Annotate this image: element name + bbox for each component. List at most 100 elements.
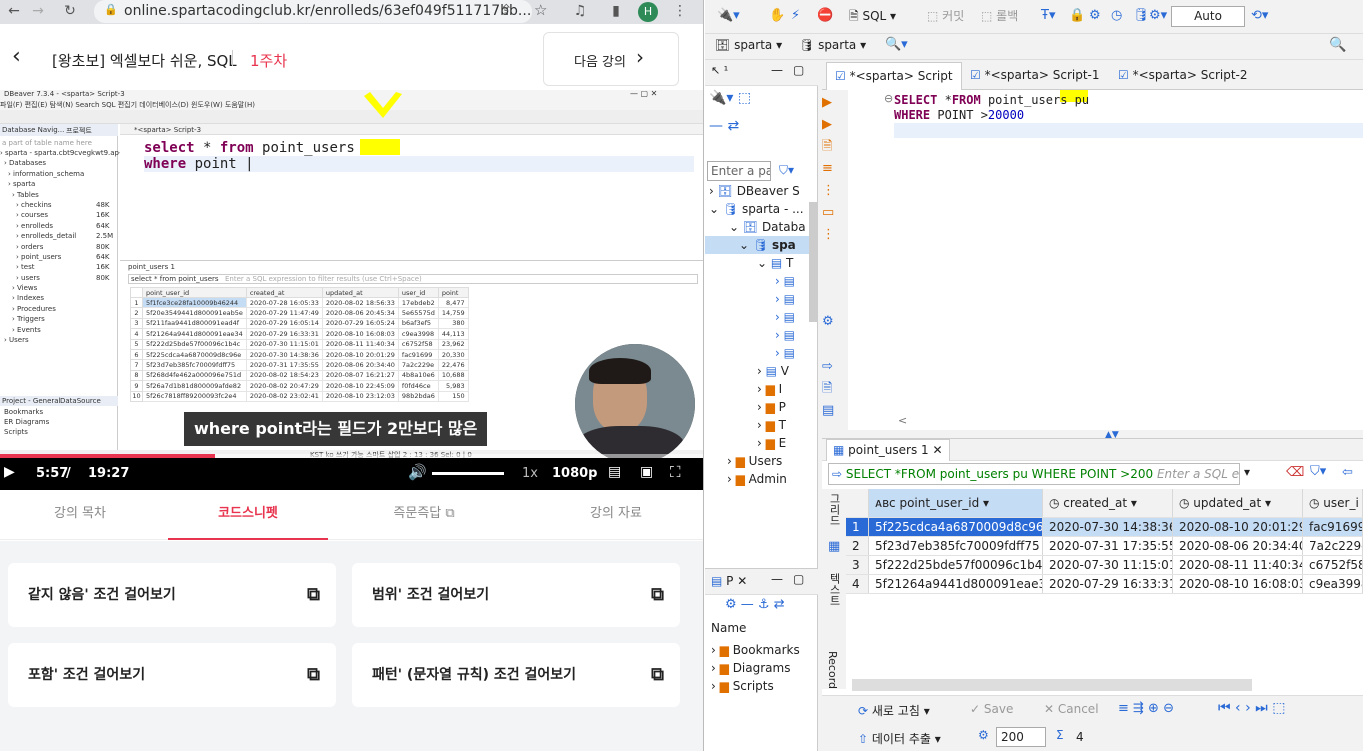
column-header[interactable]: ᴀʙᴄ point_user_id ▾ [868,489,1043,518]
disconnect-icon[interactable]: ✋ [769,0,785,32]
nav-tree-item[interactable]: › ▆ E [705,434,809,452]
back-chevron-icon[interactable]: ‹ [12,44,21,69]
auto-commit-field[interactable]: Auto [1171,6,1245,27]
tab-qna[interactable]: 즉문즉답 ⧉ [344,490,504,540]
grid-cell[interactable]: 2020-07-30 14:38:36 [1042,517,1173,537]
expand-arrow-icon[interactable]: ⌄ [709,202,723,216]
sidepanel-icon[interactable]: ▮ [606,0,626,22]
media-icon[interactable]: ♫ [570,0,590,22]
nav-tree-item[interactable]: › ▆ Admin [705,470,809,488]
copy-icon[interactable]: ⧉ [651,563,664,627]
column-header[interactable]: ◷ updated_at ▾ [1172,489,1303,518]
nav-tree-item[interactable]: ⌄ 🛢 sparta - ... [705,200,809,218]
filter-icon[interactable]: ⛉▾ [1310,464,1326,479]
result-grid[interactable]: ᴀʙᴄ point_user_id ▾ ◷ created_at ▾ ◷ updat… [846,489,1363,594]
connection-selector[interactable]: 🗄 sparta ▾ [715,38,782,52]
nav-table-node[interactable]: › ▤ [705,344,817,362]
export-button[interactable]: ⇧ 데이터 추출 ▾ [858,730,941,747]
fetch-size-input[interactable]: 200 [996,727,1046,747]
grid-cell[interactable]: 2020-07-29 16:33:31 [1042,574,1173,594]
grid-cell[interactable]: 5f21264a9441d800091eae34 [868,574,1043,594]
nav-tree-item[interactable]: ⌄ ▤ T [705,254,809,272]
minimize-icon[interactable]: — [771,63,783,77]
save-button[interactable]: ✓ Save [970,702,1013,716]
snippet-card[interactable]: 범위' 조건 걸어보기 ⧉ [352,563,680,627]
transaction-mode-icon[interactable]: Ŧ▾ [1041,0,1055,32]
pip-icon[interactable]: ▣ [640,464,653,480]
browser-menu-icon[interactable]: ⋮ [670,0,690,22]
next-lecture-button[interactable]: 다음 강의 › [543,32,679,86]
nav-tree-item[interactable]: › ▆ T [705,416,809,434]
copy-icon[interactable]: ⧉ [307,563,320,627]
erase-filter-icon[interactable]: ⌫ [1286,465,1304,480]
grid-cell[interactable]: 2020-07-30 11:15:01 [1042,555,1173,575]
history-back-icon[interactable]: ⇦ [1342,465,1353,480]
refresh-button[interactable]: ⟳ 새로 고침 ▾ [858,702,930,719]
bookmark-star-icon[interactable]: ☆ [534,1,547,19]
settings-icon[interactable]: ⚙ [1089,0,1101,32]
grid-cell[interactable]: 5f225cdca4a6870009d8c96e [868,517,1043,537]
grid-cell[interactable]: 2020-07-31 17:35:55 [1042,536,1173,556]
fetch-settings-icon[interactable]: ⚙ [978,728,989,742]
grid-cell[interactable]: fac91699 [1302,517,1363,537]
subtitles-icon[interactable]: ▤ [608,464,621,480]
nav-table-node[interactable]: › ▤ [705,290,817,308]
minimize-icon[interactable]: — [771,572,783,586]
column-header[interactable]: ◷ created_at ▾ [1042,489,1173,518]
nav-tree-item[interactable]: › ▆ Users [705,452,809,470]
maximize-icon[interactable]: ▢ [793,63,804,77]
nav-scrollbar[interactable] [809,202,817,322]
fullscreen-icon[interactable]: ⛶ [670,463,681,481]
tab-script-2[interactable]: ☑ *<sparta> Script-2 [1110,62,1256,90]
nav-tree-item[interactable]: › ▆ I [705,380,809,398]
tab-code-snippet[interactable]: 코드스니펫 [168,490,328,540]
schema-selector[interactable]: 🛢 sparta ▾ [799,38,866,52]
projects-tab[interactable]: ▤ P ✕ [711,574,747,588]
tab-script-1[interactable]: ☑ *<sparta> Script-1 [962,62,1108,90]
grid-cell[interactable]: 2020-08-06 20:34:40 [1172,536,1303,556]
nav-table-node[interactable]: › ▤ [705,326,817,344]
nav-tree-item[interactable]: ⌄ 🛢 spa [705,236,809,254]
snippet-card[interactable]: 패턴' (문자열 규칙) 조건 걸어보기 ⧉ [352,643,680,707]
expand-arrow-icon[interactable]: › [709,184,718,198]
h-scrollbar[interactable] [852,679,1252,691]
expand-arrow-icon[interactable]: ⌄ [729,220,743,234]
maximize-icon[interactable]: ▢ [793,572,804,586]
tab-toc[interactable]: 강의 목차 [0,490,160,540]
play-icon[interactable]: ▶ [4,464,15,480]
lock-icon[interactable]: 🔒 [1069,0,1085,32]
filter-icon[interactable]: ⛉▾ [779,163,794,178]
text-view-tab[interactable]: 텍스트 [826,573,842,606]
dashboard-icon[interactable]: ◷ [1111,0,1122,32]
nav-tree-item[interactable]: › ▤ V [705,362,809,380]
expand-arrow-icon[interactable]: › [757,382,766,396]
grid-cell[interactable]: c6752f58 [1302,555,1363,575]
tab-script[interactable]: ☑ *<sparta> Script [826,62,962,90]
reload-icon[interactable]: ↻ [60,0,80,22]
sql-editor-button[interactable]: 🗎 SQL ▾ [849,0,896,32]
tab-materials[interactable]: 강의 자료 [536,490,696,540]
page-nav-icons[interactable]: ⏮ ‹ › ⏭ ⬚ [1218,700,1285,716]
snippet-card[interactable]: 포함' 조건 걸어보기 ⧉ [8,643,336,707]
db-icon[interactable]: 🛢 [1133,0,1150,32]
nav-tree-item[interactable]: › 🗄 DBeaver S [705,182,809,200]
address-bar[interactable]: 🔒 online.spartacodingclub.kr/enrolleds/6… [94,0,547,23]
commit-button[interactable]: ⬚ 커밋 [927,0,964,32]
rollback-button[interactable]: ⬚ 롤백 [981,0,1018,32]
history-icon[interactable]: ⟲▾ [1251,0,1268,32]
sql-editor[interactable]: ⊖ SELECT *FROM point_users pu WHERE POIN… [848,90,1363,430]
grid-cell[interactable]: 5f23d7eb385fc70009fdff75 [868,536,1043,556]
volume-icon[interactable]: 🔊 [408,463,427,481]
record-view-tab[interactable]: Record [826,651,839,689]
collapse-icon[interactable]: — ⇄ [709,118,739,134]
results-tab[interactable]: ▦ point_users 1 ✕ [826,439,950,461]
project-item-scripts[interactable]: › ▆ Scripts [711,677,800,695]
nav-add-icon[interactable]: 🔌▾ ⬚ [709,90,751,106]
table-row[interactable]: 1 5f225cdca4a6870009d8c96e 2020-07-30 14:3… [846,517,1363,537]
global-search-icon[interactable]: 🔍 [1329,37,1346,53]
expand-arrow-icon[interactable]: › [757,436,766,450]
filter-dropdown-icon[interactable]: ▾ [1244,465,1250,479]
gear-icon[interactable]: ⚙▾ [1149,0,1167,32]
back-icon[interactable]: ← [4,0,24,22]
table-row[interactable]: 4 5f21264a9441d800091eae34 2020-07-29 16:3… [846,574,1363,594]
